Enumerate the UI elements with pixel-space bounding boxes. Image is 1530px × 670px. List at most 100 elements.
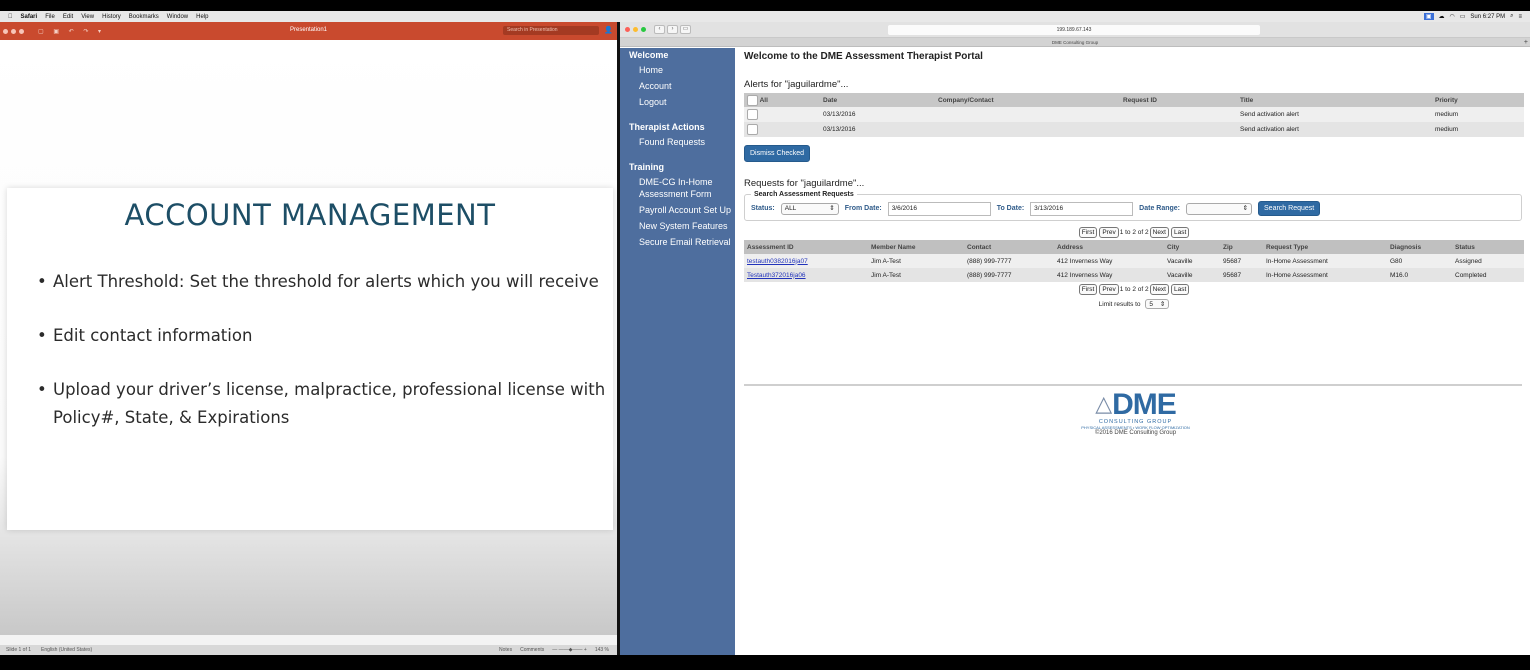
web-page: Welcome Home Account Logout Therapist Ac… xyxy=(620,48,1530,655)
zoom-level[interactable]: 143 % xyxy=(595,647,609,653)
pager-first-button[interactable]: First xyxy=(1078,284,1098,295)
notes-button[interactable]: Notes xyxy=(499,647,512,653)
window-controls xyxy=(625,27,646,32)
pager-next-button[interactable]: Next xyxy=(1149,227,1169,238)
status-select[interactable]: ALL ⇕ xyxy=(780,202,839,215)
cloud-icon[interactable]: ☁ xyxy=(1439,13,1445,20)
nav-found-requests[interactable]: Found Requests xyxy=(620,136,735,148)
limit-results: Limit results to 5 ⇕ xyxy=(744,299,1524,309)
alert-date: 03/13/2016 xyxy=(820,122,935,137)
request-type: In-Home Assessment xyxy=(1263,254,1387,268)
nav-secure-email[interactable]: Secure Email Retrieval xyxy=(620,236,735,248)
pager-prev-button[interactable]: Prev xyxy=(1099,227,1119,238)
assessment-id-link[interactable]: Testauth372016ja06 xyxy=(747,272,806,279)
limit-select[interactable]: 5 ⇕ xyxy=(1145,299,1170,309)
col-city: City xyxy=(1164,240,1220,254)
pager-prev-button[interactable]: Prev xyxy=(1099,284,1119,295)
status-label: Status: xyxy=(751,205,775,212)
col-address: Address xyxy=(1054,240,1164,254)
back-button[interactable]: ‹ xyxy=(654,25,665,34)
copyright: ©2016 DME Consulting Group xyxy=(1094,430,1177,436)
close-window-icon[interactable] xyxy=(625,27,630,32)
request-status: Assigned xyxy=(1452,254,1524,268)
menu-window[interactable]: Window xyxy=(167,14,188,20)
minimize-window-icon[interactable] xyxy=(633,27,638,32)
nav-new-features[interactable]: New System Features xyxy=(620,220,735,232)
slide[interactable]: ACCOUNT MANAGEMENT Alert Threshold: Set … xyxy=(7,188,613,530)
zip: 95687 xyxy=(1220,254,1263,268)
slide-title: ACCOUNT MANAGEMENT xyxy=(124,198,496,232)
pager-next-button[interactable]: Next xyxy=(1149,284,1169,295)
share-icon[interactable]: 👤 xyxy=(604,26,613,34)
page-title: Welcome to the DME Assessment Therapist … xyxy=(744,51,983,62)
portal-sidebar: Welcome Home Account Logout Therapist Ac… xyxy=(620,48,735,655)
slide-bullets: Alert Threshold: Set the threshold for a… xyxy=(7,268,613,432)
col-contact: Contact xyxy=(964,240,1054,254)
col-all[interactable]: All xyxy=(744,93,820,107)
menubar-clock[interactable]: Sun 6:27 PM xyxy=(1470,14,1505,20)
mac-menubar:  Safari File Edit View History Bookmark… xyxy=(0,11,1530,22)
alert-date: 03/13/2016 xyxy=(820,107,935,122)
pager-info: 1 to 2 of 2 xyxy=(1119,229,1149,236)
select-all-label: All xyxy=(759,96,768,104)
address: 412 Inverness Way xyxy=(1054,268,1164,282)
menu-app-safari[interactable]: Safari xyxy=(21,14,38,20)
search-legend: Search Assessment Requests xyxy=(754,191,854,198)
member-name: Jim A-Test xyxy=(868,254,964,268)
menu-bookmarks[interactable]: Bookmarks xyxy=(129,14,159,20)
language-indicator[interactable]: English (United States) xyxy=(41,647,92,653)
zoom-window-icon[interactable] xyxy=(641,27,646,32)
safari-tab[interactable]: DME Consulting Group + xyxy=(620,38,1530,47)
city: Vacaville xyxy=(1164,268,1220,282)
wifi-icon[interactable]: ◠ xyxy=(1450,13,1455,20)
nav-logout[interactable]: Logout xyxy=(620,96,735,108)
new-tab-icon[interactable]: + xyxy=(1524,38,1528,47)
comments-button[interactable]: Comments xyxy=(520,647,544,653)
date-range-select[interactable]: ⇕ xyxy=(1186,202,1253,215)
select-all-checkbox[interactable] xyxy=(747,94,758,106)
menu-view[interactable]: View xyxy=(81,14,94,20)
col-diagnosis: Diagnosis xyxy=(1387,240,1452,254)
request-type: In-Home Assessment xyxy=(1263,268,1387,282)
nav-payroll-setup[interactable]: Payroll Account Set Up xyxy=(620,204,735,216)
search-request-button[interactable]: Search Request xyxy=(1258,201,1321,216)
zip: 95687 xyxy=(1220,268,1263,282)
menu-edit[interactable]: Edit xyxy=(63,14,73,20)
to-date-input[interactable]: 3/13/2016 xyxy=(1030,201,1134,216)
forward-button[interactable]: › xyxy=(667,25,678,34)
nav-home[interactable]: Home xyxy=(620,64,735,76)
portal-content: Welcome to the DME Assessment Therapist … xyxy=(744,48,1524,655)
alert-checkbox[interactable] xyxy=(747,124,758,135)
ppt-search-input[interactable]: Search in Presentation xyxy=(503,26,599,35)
dismiss-checked-button[interactable]: Dismiss Checked xyxy=(744,145,811,162)
zoom-slider[interactable]: — ——◆—— + xyxy=(552,647,587,653)
alert-company xyxy=(935,122,1120,137)
menu-file[interactable]: File xyxy=(45,14,55,20)
col-request-id: Request ID xyxy=(1120,93,1237,107)
apple-menu-icon[interactable]:  xyxy=(8,14,13,20)
notification-center-icon[interactable]: ≡ xyxy=(1518,14,1522,20)
alert-request-id xyxy=(1120,107,1237,122)
nav-assessment-form[interactable]: DME-CG In-Home Assessment Form xyxy=(620,176,735,200)
menu-history[interactable]: History xyxy=(102,14,121,20)
address: 412 Inverness Way xyxy=(1054,254,1164,268)
nav-account[interactable]: Account xyxy=(620,80,735,92)
pager-last-button[interactable]: Last xyxy=(1171,284,1190,295)
table-row: 03/13/2016 Send activation alert medium xyxy=(744,122,1524,137)
assessment-id-link[interactable]: testauth0382016ja07 xyxy=(747,258,808,265)
screen-bottom-bar xyxy=(0,655,1530,670)
powerpoint-window: ▢ ▣ ↶ ↷ ▾ Presentation1 Search in Presen… xyxy=(0,22,617,655)
contact: (888) 999-7777 xyxy=(964,254,1054,268)
tab-title: DME Consulting Group xyxy=(1051,40,1099,45)
from-date-input[interactable]: 3/6/2016 xyxy=(887,201,991,216)
alert-checkbox[interactable] xyxy=(747,109,758,120)
pager-last-button[interactable]: Last xyxy=(1171,227,1190,238)
menubar-status-area: ▣ ☁ ◠ ▭ Sun 6:27 PM ⌕ ≡ xyxy=(1423,13,1530,20)
address-bar[interactable]: 199.189.67.143 xyxy=(888,25,1260,35)
battery-icon[interactable]: ▭ xyxy=(1460,13,1466,20)
pager-first-button[interactable]: First xyxy=(1078,227,1098,238)
sidebar-toggle-icon[interactable]: ▭ xyxy=(680,25,691,34)
menu-help[interactable]: Help xyxy=(196,14,208,20)
spotlight-search-icon[interactable]: ⌕ xyxy=(1510,13,1513,20)
screen-share-icon[interactable]: ▣ xyxy=(1423,13,1434,20)
